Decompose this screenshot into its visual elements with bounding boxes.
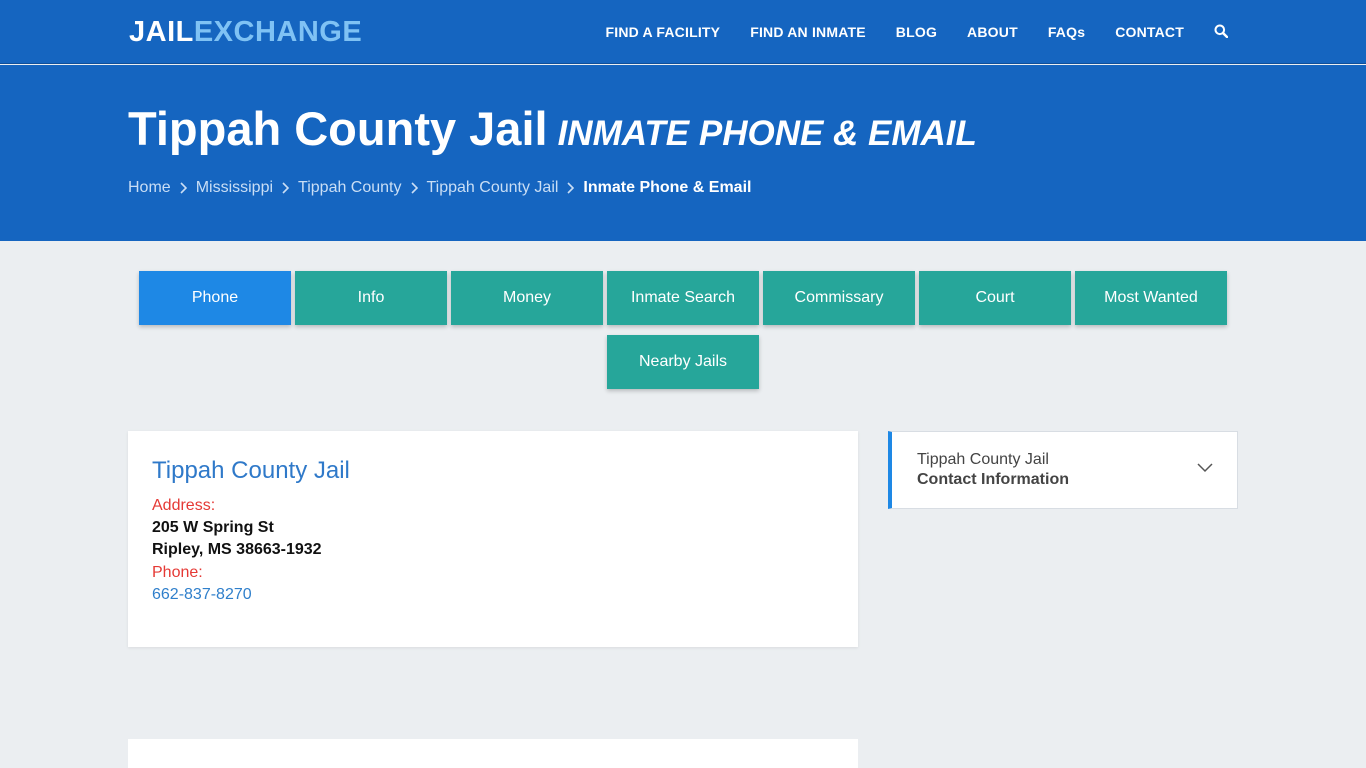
chevron-right-icon — [282, 182, 290, 194]
breadcrumb: Home Mississippi Tippah County Tippah Co… — [128, 179, 751, 197]
page-hero: Tippah County Jail Inmate Phone & Email H… — [0, 65, 1366, 241]
breadcrumb-home[interactable]: Home — [128, 179, 171, 197]
nav-contact[interactable]: CONTACT — [1115, 24, 1184, 40]
main-nav: FIND A FACILITY FIND AN INMATE BLOG ABOU… — [575, 0, 1230, 64]
nav-blog[interactable]: BLOG — [896, 24, 937, 40]
contact-info-accordion[interactable]: Tippah County Jail Contact Information — [888, 431, 1238, 509]
logo-text-jail: JAIL — [129, 16, 194, 48]
phone-label: Phone: — [152, 564, 203, 581]
breadcrumb-county[interactable]: Tippah County — [298, 179, 401, 197]
facility-name: Tippah County Jail — [152, 457, 350, 484]
tab-commissary[interactable]: Commissary — [763, 271, 915, 325]
site-logo[interactable]: JAILEXCHANGE — [129, 15, 362, 49]
tab-most-wanted[interactable]: Most Wanted — [1075, 271, 1227, 325]
tab-inmate-search[interactable]: Inmate Search — [607, 271, 759, 325]
chevron-right-icon — [410, 182, 418, 194]
nav-find-inmate[interactable]: FIND AN INMATE — [750, 24, 866, 40]
page-title-subtitle: Inmate Phone & Email — [557, 114, 977, 153]
secondary-card — [128, 739, 858, 768]
facility-contact-card: Tippah County Jail Address: 205 W Spring… — [128, 431, 858, 647]
logo-text-exchange: EXCHANGE — [193, 16, 363, 48]
address-label: Address: — [152, 497, 216, 514]
address-line-1: 205 W Spring St — [152, 519, 274, 536]
search-icon[interactable] — [1214, 24, 1230, 40]
tab-money[interactable]: Money — [451, 271, 603, 325]
address-line-2: Ripley, MS 38663-1932 — [152, 541, 322, 558]
nav-find-facility[interactable]: FIND A FACILITY — [605, 24, 720, 40]
page-title: Tippah County Jail Inmate Phone & Email — [128, 101, 977, 162]
top-navigation-bar: JAILEXCHANGE FIND A FACILITY FIND AN INM… — [0, 0, 1366, 64]
breadcrumb-state[interactable]: Mississippi — [196, 179, 273, 197]
tab-nearby-jails[interactable]: Nearby Jails — [607, 335, 759, 389]
tab-court[interactable]: Court — [919, 271, 1071, 325]
chevron-down-icon[interactable] — [1197, 463, 1213, 473]
breadcrumb-facility[interactable]: Tippah County Jail — [427, 179, 559, 197]
breadcrumb-current: Inmate Phone & Email — [583, 179, 752, 196]
accordion-subtitle: Contact Information — [917, 471, 1069, 488]
tab-info[interactable]: Info — [295, 271, 447, 325]
page-title-facility: Tippah County Jail — [128, 102, 548, 155]
chevron-right-icon — [180, 182, 187, 194]
chevron-right-icon — [567, 182, 575, 194]
tab-phone[interactable]: Phone — [139, 271, 291, 325]
accordion-title: Tippah County Jail — [917, 451, 1049, 468]
phone-link[interactable]: 662-837-8270 — [152, 586, 252, 604]
nav-faqs[interactable]: FAQs — [1048, 24, 1085, 40]
nav-about[interactable]: ABOUT — [967, 24, 1018, 40]
